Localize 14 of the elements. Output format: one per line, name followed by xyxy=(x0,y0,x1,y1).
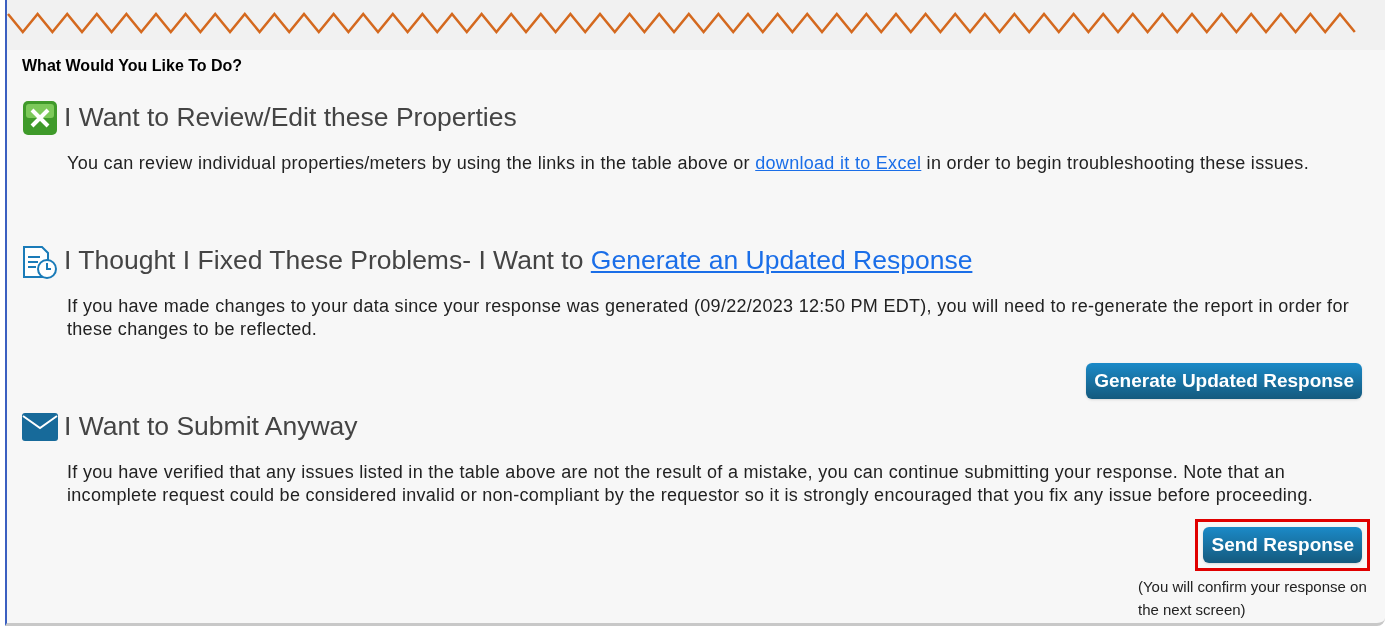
option-description: You can review individual properties/meters by using the links in the table above or download it to Excel in order to begin troubleshooting these issues. xyxy=(67,151,1310,175)
option-title: I Want to Review/Edit these Properties xyxy=(64,101,517,134)
option-description: If you have verified that any issues listed in the table above are not the result of a mistake, you can continue submitting your response. Note that an incomplete request could be considered invalid or non-compliant by the requestor so it is strongly encouraged that you fix any issue before proceeding. xyxy=(67,460,1314,507)
confirm-note: (You will confirm your response on the next screen) xyxy=(1138,577,1368,621)
action-button[interactable]: Send Response xyxy=(1203,526,1362,564)
option-description: If you have made changes to your data since your response was generated (09/22/2023 12:50 PM EDT), you will need to re-generate the report in order for these changes to be reflected. xyxy=(67,294,1351,341)
excel-link[interactable]: download it to Excel xyxy=(755,152,922,173)
envelope-icon xyxy=(22,412,58,441)
action-button[interactable]: Generate Updated Response xyxy=(1086,362,1362,399)
option-title: I Thought I Fixed These Problems- I Want to Generate an Updated Response xyxy=(64,243,973,277)
spreadsheet-icon xyxy=(22,99,58,136)
section-heading: What Would You Like To Do? xyxy=(22,56,244,76)
option-title: I Want to Submit Anyway xyxy=(64,410,358,443)
title-link[interactable]: Generate an Updated Response xyxy=(590,244,973,275)
